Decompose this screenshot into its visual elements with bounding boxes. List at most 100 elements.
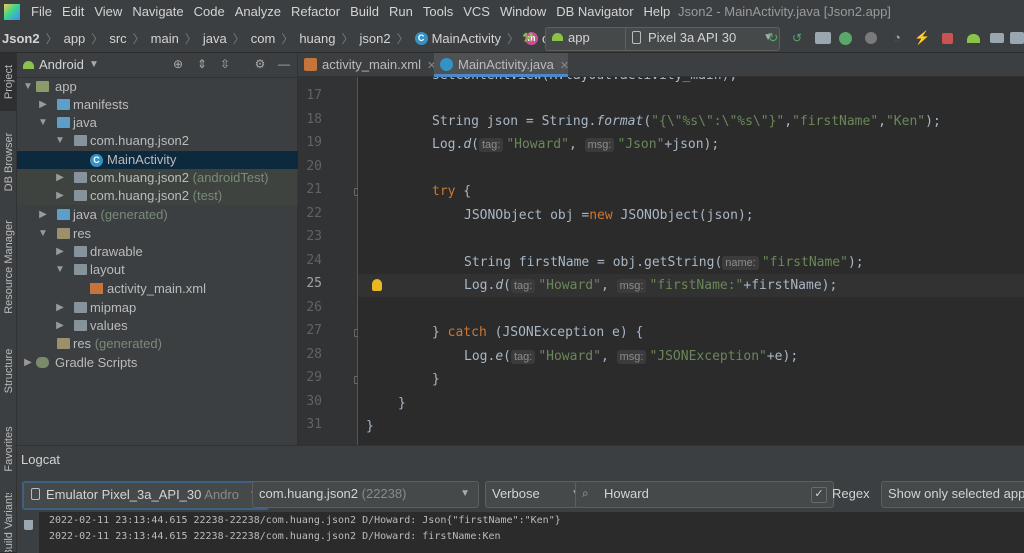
filter-select[interactable]: Show only selected application xyxy=(881,481,1024,508)
menu-refactor[interactable]: Refactor xyxy=(286,0,345,24)
locate-target-icon[interactable]: ⊕ xyxy=(171,57,185,71)
regex-checkbox[interactable]: ✓ xyxy=(811,487,827,503)
menu-run[interactable]: Run xyxy=(384,0,418,24)
expand-all-icon[interactable]: ⇕ xyxy=(195,57,209,71)
breadcrumb-module[interactable]: app xyxy=(64,31,86,46)
avd-manager-icon[interactable] xyxy=(967,34,980,43)
sync-gradle-icon[interactable] xyxy=(815,32,831,44)
code-line: Log.d(tag: "Howard", msg: "Json"+json); xyxy=(432,137,720,152)
menu-build[interactable]: Build xyxy=(345,0,384,24)
lightbulb-icon[interactable] xyxy=(372,279,382,291)
tree-item-java[interactable]: ▼ java xyxy=(17,114,298,132)
tree-item-mainactivity[interactable]: C MainActivity xyxy=(17,151,298,169)
tab-mainactivity-java[interactable]: MainActivity.java ✕ xyxy=(434,53,569,77)
breadcrumb: Json2 〉 app 〉 src 〉 main 〉 java 〉 com 〉 huang 〉… xyxy=(2,24,595,53)
tab-project[interactable]: Project xyxy=(0,53,17,111)
profiler-icon[interactable]: ◔ xyxy=(889,30,905,46)
breadcrumb-huang[interactable]: huang xyxy=(299,31,335,46)
menu-vcs[interactable]: VCS xyxy=(458,0,495,24)
menu-db-navigator[interactable]: DB Navigator xyxy=(551,0,638,24)
tree-item-res-generated[interactable]: res (generated) xyxy=(17,335,298,353)
tree-item-layout[interactable]: ▼ layout xyxy=(17,261,298,279)
tree-item-manifests[interactable]: ▶ manifests xyxy=(17,96,298,114)
gear-icon[interactable]: ⚙ xyxy=(253,57,267,71)
stop-icon[interactable] xyxy=(942,33,953,44)
tab-resource-manager[interactable]: Resource Manager xyxy=(0,211,17,323)
log-search-input[interactable]: ⌕ Howard ✕ xyxy=(575,481,834,508)
chevron-right-icon[interactable]: ▶ xyxy=(55,187,65,205)
breadcrumb-src[interactable]: src xyxy=(109,31,126,46)
chevron-right-icon[interactable]: ▶ xyxy=(38,206,48,224)
chevron-right-icon[interactable]: ▶ xyxy=(55,169,65,187)
chevron-down-icon[interactable]: ▼ xyxy=(55,261,65,279)
module-folder-icon xyxy=(36,81,49,92)
code-editor[interactable]: setContentView(R.layout.activity_main); … xyxy=(358,77,1024,445)
breadcrumb-main[interactable]: main xyxy=(151,31,179,46)
chevron-down-icon[interactable]: ▼ xyxy=(23,78,33,96)
tab-db-browser[interactable]: DB Browser xyxy=(0,121,17,203)
minimize-icon[interactable]: — xyxy=(277,57,291,71)
tree-item-res[interactable]: ▼ res xyxy=(17,225,298,243)
chevron-right-icon[interactable]: ▶ xyxy=(38,96,48,114)
chevron-right-icon[interactable]: ▶ xyxy=(23,354,33,372)
chevron-down-icon[interactable]: ▼ xyxy=(38,114,48,132)
chevron-right-icon[interactable]: ▶ xyxy=(55,317,65,335)
menu-file[interactable]: File xyxy=(26,0,57,24)
chevron-down-icon[interactable]: ▼ xyxy=(89,53,99,77)
tree-item-drawable[interactable]: ▶ drawable xyxy=(17,243,298,261)
chevron-down-icon[interactable]: ▼ xyxy=(55,132,65,150)
tab-build-variants[interactable]: Build Variants xyxy=(0,493,17,552)
phone-icon xyxy=(632,31,641,44)
project-view-select[interactable]: Android xyxy=(39,53,84,77)
breadcrumb-com[interactable]: com xyxy=(251,31,276,46)
close-icon[interactable]: ✕ xyxy=(560,60,569,72)
collapse-all-icon[interactable]: ⇳ xyxy=(218,57,232,71)
menu-tools[interactable]: Tools xyxy=(418,0,458,24)
breadcrumb-java[interactable]: java xyxy=(203,31,227,46)
attach-debugger-icon[interactable] xyxy=(865,32,877,44)
logcat-header: Logcat xyxy=(17,446,1024,474)
param-hint: tag: xyxy=(510,350,536,364)
apply-code-changes-icon[interactable]: ↺ xyxy=(789,30,805,46)
tab-favorites[interactable]: Favorites xyxy=(0,413,17,485)
menu-view[interactable]: View xyxy=(89,0,127,24)
menu-code[interactable]: Code xyxy=(189,0,230,24)
folder-icon xyxy=(57,99,70,110)
menu-edit[interactable]: Edit xyxy=(57,0,89,24)
tree-item-package-androidtest[interactable]: ▶ com.huang.json2 (androidTest) xyxy=(17,169,298,187)
breadcrumb-class[interactable]: MainActivity xyxy=(432,31,501,46)
tree-item-gradle-scripts[interactable]: ▶ Gradle Scripts xyxy=(17,354,298,372)
breadcrumb-json2[interactable]: json2 xyxy=(360,31,391,46)
chevron-down-icon[interactable]: ▼ xyxy=(38,225,48,243)
line-number: 22 xyxy=(306,206,322,221)
tab-structure[interactable]: Structure xyxy=(0,335,17,407)
device-value: Emulator Pixel_3a_API_30 xyxy=(46,487,202,502)
tree-item-package-test[interactable]: ▶ com.huang.json2 (test) xyxy=(17,187,298,205)
filter-value: Show only selected application xyxy=(888,486,1024,501)
tree-item-activity-main-xml[interactable]: activity_main.xml xyxy=(17,280,298,298)
menu-navigate[interactable]: Navigate xyxy=(127,0,188,24)
menu-help[interactable]: Help xyxy=(639,0,676,24)
device-select[interactable]: Pixel 3a API 30 ▼ xyxy=(625,27,780,51)
process-select[interactable]: com.huang.json2 (22238) ▼ xyxy=(252,481,479,508)
chevron-right-icon[interactable]: ▶ xyxy=(55,243,65,261)
tree-item-app[interactable]: ▼ app xyxy=(17,78,298,96)
tree-item-mipmap[interactable]: ▶ mipmap xyxy=(17,299,298,317)
trash-icon[interactable] xyxy=(24,520,33,530)
tree-item-values[interactable]: ▶ values xyxy=(17,317,298,335)
apply-changes-restart-icon[interactable]: ↻ xyxy=(765,30,781,46)
device-manager-icon[interactable] xyxy=(1010,32,1024,44)
generated-folder-icon xyxy=(57,209,70,220)
sdk-manager-icon[interactable] xyxy=(990,33,1004,43)
menu-window[interactable]: Window xyxy=(495,0,551,24)
coverage-icon[interactable]: ⚡ xyxy=(914,30,930,46)
tree-item-package[interactable]: ▼ com.huang.json2 xyxy=(17,132,298,150)
debug-icon[interactable] xyxy=(839,32,852,45)
tree-item-java-generated[interactable]: ▶ java (generated) xyxy=(17,206,298,224)
menu-analyze[interactable]: Analyze xyxy=(230,0,286,24)
device-select[interactable]: Emulator Pixel_3a_API_30 Andro ▼ xyxy=(22,481,269,510)
breadcrumb-project[interactable]: Json2 xyxy=(2,31,40,46)
chevron-right-icon[interactable]: ▶ xyxy=(55,299,65,317)
make-project-hammer-icon[interactable]: ⚒ xyxy=(520,30,536,46)
line-number: 26 xyxy=(306,300,322,315)
